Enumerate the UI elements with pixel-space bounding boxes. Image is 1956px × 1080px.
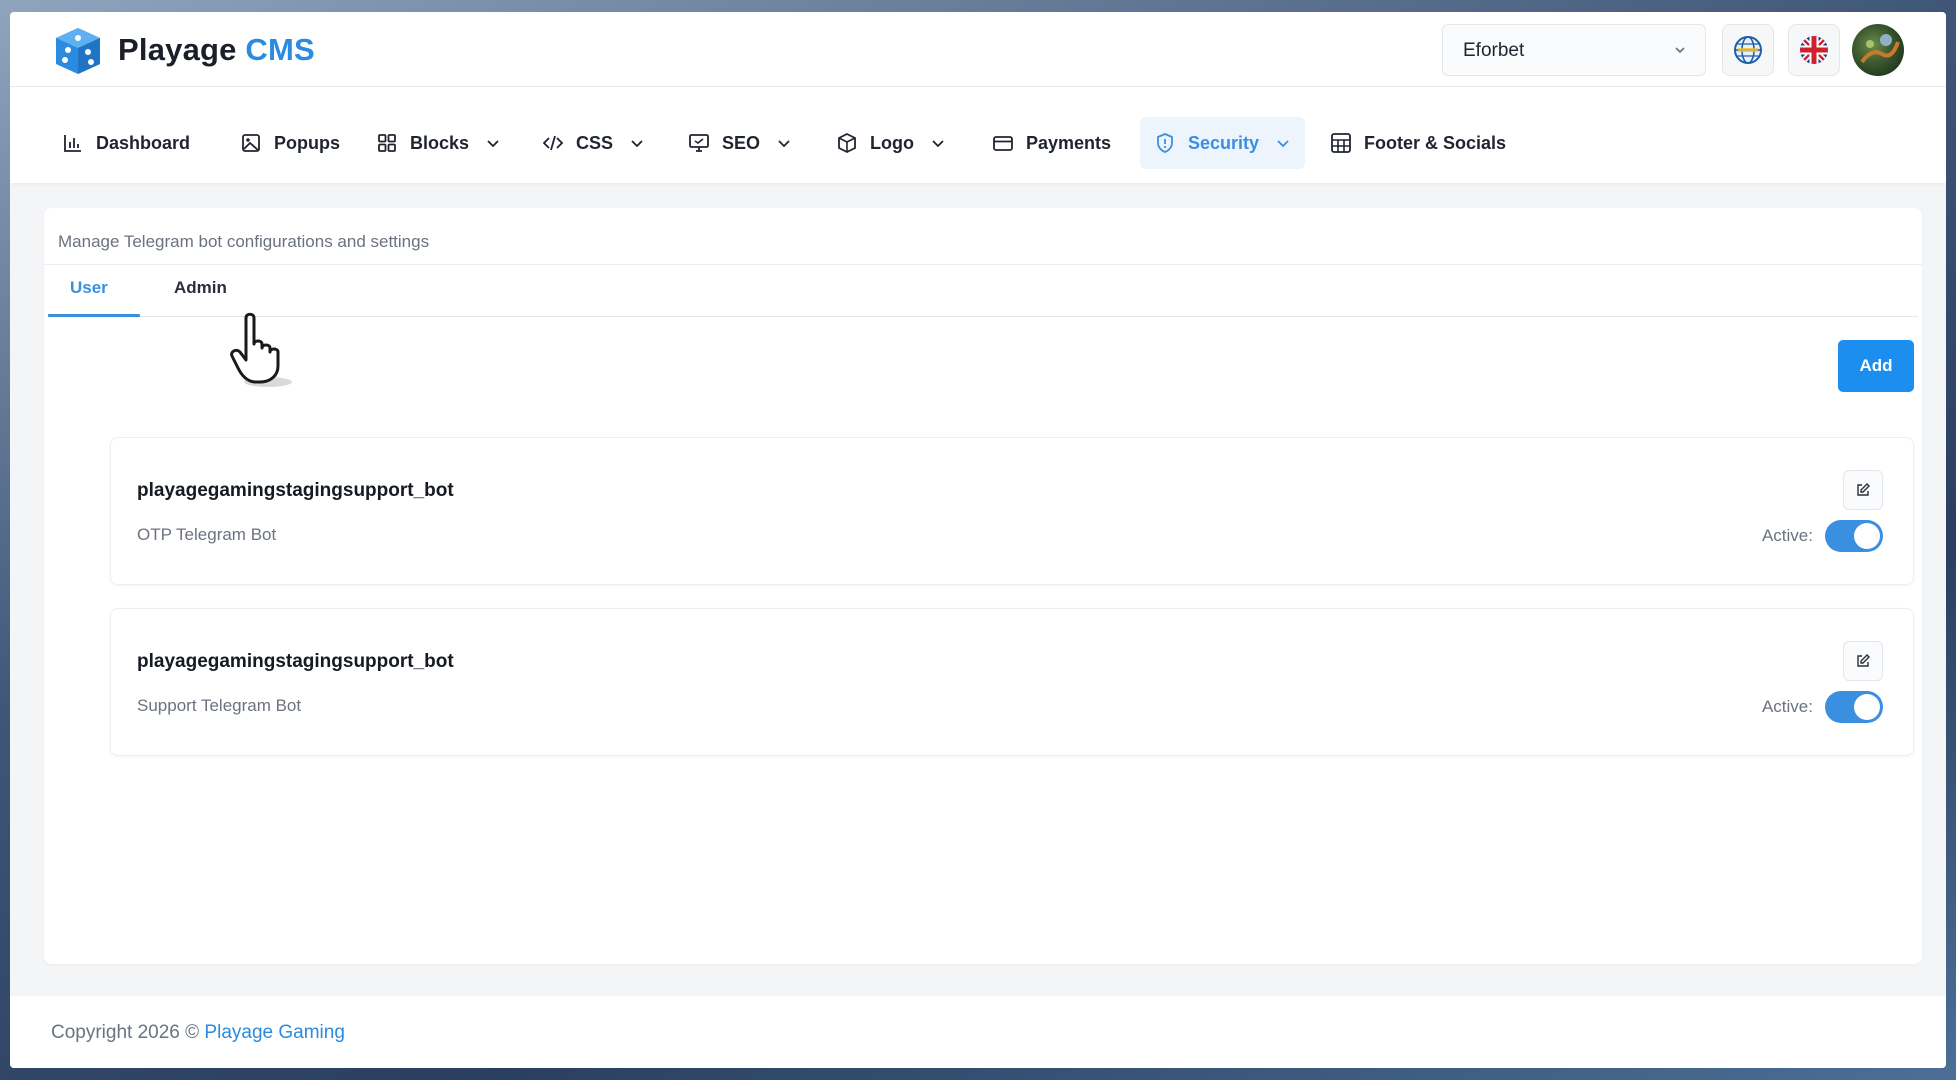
site-select[interactable]: Eforbet (1442, 24, 1706, 76)
edit-bot-button[interactable] (1843, 470, 1883, 510)
nav-label: Popups (274, 132, 340, 153)
copyright-label: Copyright 2026 © (51, 1022, 205, 1043)
nav-item-popups[interactable]: Popups (230, 117, 350, 169)
chevron-down-icon (778, 140, 790, 148)
brand-suffix: CMS (245, 32, 315, 67)
brand-name: Playage (118, 32, 237, 67)
tab-admin[interactable]: Admin (174, 278, 227, 298)
nav-label: SEO (722, 132, 761, 153)
main-nav: Dashboard Popups Blocks CSS SEO Logo Pay… (10, 87, 1946, 183)
bot-name: playagegamingstagingsupport_bot (137, 651, 454, 672)
chevron-down-icon (1675, 47, 1685, 54)
active-toggle[interactable] (1825, 520, 1883, 552)
chevron-down-icon (932, 140, 944, 148)
telegram-bots-card: Manage Telegram bot configurations and s… (44, 208, 1922, 964)
nav-label: Security (1188, 132, 1260, 153)
code-icon (542, 135, 564, 151)
bot-card: playagegamingstagingsupport_bot Support … (110, 608, 1914, 756)
bot-name: playagegamingstagingsupport_bot (137, 480, 454, 501)
nav-item-css[interactable]: CSS (532, 117, 655, 169)
hand-cursor-icon (230, 312, 292, 387)
nav-item-seo[interactable]: SEO (678, 117, 802, 169)
active-tab-indicator (48, 314, 140, 317)
dice-logo-icon (56, 28, 100, 74)
active-label: Active: (1761, 697, 1813, 716)
company-link[interactable]: Playage Gaming (204, 1022, 344, 1043)
tabs-divider (48, 316, 1918, 317)
nav-label: CSS (576, 132, 614, 153)
site-select-value: Eforbet (1463, 40, 1525, 61)
copyright-text: Copyright 2026 © Playage Gaming (51, 1022, 345, 1044)
nav-item-blocks[interactable]: Blocks (366, 117, 511, 169)
edit-bot-button[interactable] (1843, 641, 1883, 681)
nav-item-payments[interactable]: Payments (982, 117, 1121, 169)
grid-icon (378, 134, 396, 152)
nav-item-dashboard[interactable]: Dashboard (52, 117, 200, 169)
active-label: Active: (1761, 526, 1813, 545)
nav-label: Blocks (410, 132, 470, 153)
add-bot-button[interactable]: Add (1838, 340, 1914, 392)
nav-label: Dashboard (96, 132, 191, 153)
bar-chart-icon (64, 135, 81, 152)
nav-item-security[interactable]: Security (1140, 117, 1306, 169)
nav-label: Footer & Socials (1364, 132, 1507, 153)
active-toggle[interactable] (1825, 691, 1883, 723)
edit-icon (1857, 483, 1870, 496)
user-avatar[interactable] (1852, 24, 1904, 76)
nav-item-footer-socials[interactable]: Footer & Socials (1320, 117, 1516, 169)
avatar-image (1860, 34, 1900, 64)
tab-user[interactable]: User (70, 278, 108, 298)
bot-description: OTP Telegram Bot (137, 525, 277, 544)
toggle-knob (1854, 694, 1880, 720)
chevron-down-icon (487, 140, 499, 148)
chevron-down-icon (631, 140, 643, 148)
uk-flag-icon (1800, 36, 1828, 64)
page-footer: Copyright 2026 © Playage Gaming (10, 996, 1946, 1068)
app-window: Playage CMS Eforbet Dashboard Popups Blo… (10, 12, 1946, 1068)
language-globe-button[interactable] (1722, 24, 1774, 76)
divider (44, 264, 1922, 265)
brand-title: Playage CMS (118, 32, 315, 68)
chevron-down-icon (1277, 140, 1289, 148)
bot-card: playagegamingstagingsupport_bot OTP Tele… (110, 437, 1914, 585)
layout-icon (1331, 133, 1351, 153)
monitor-icon (689, 134, 709, 152)
toggle-knob (1854, 523, 1880, 549)
credit-card-icon (993, 136, 1013, 151)
shield-icon (1157, 133, 1173, 153)
language-flag-button[interactable] (1788, 24, 1840, 76)
edit-icon (1857, 654, 1870, 667)
globe-icon (1734, 36, 1762, 64)
image-icon (242, 134, 260, 152)
nav-label: Logo (870, 132, 914, 153)
nav-item-logo[interactable]: Logo (826, 117, 956, 169)
top-bar: Playage CMS Eforbet (10, 12, 1946, 87)
bot-description: Support Telegram Bot (137, 696, 302, 715)
nav-label: Payments (1026, 132, 1112, 153)
page-description: Manage Telegram bot configurations and s… (58, 232, 430, 251)
box-icon (838, 132, 856, 154)
